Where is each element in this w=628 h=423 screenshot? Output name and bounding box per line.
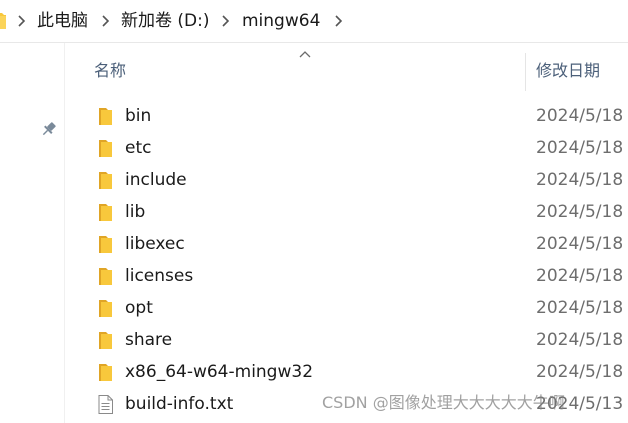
chevron-right-icon[interactable] [100, 14, 110, 28]
breadcrumb-item-mingw64[interactable]: mingw64 [242, 10, 320, 32]
folder-icon [99, 172, 112, 189]
column-resize-handle[interactable] [525, 53, 526, 91]
list-item[interactable]: licenses 2024/5/18 [0, 260, 628, 292]
folder-icon [99, 300, 112, 317]
folder-icon [99, 140, 112, 157]
list-item[interactable]: build-info.txt 2024/5/13 [0, 388, 628, 420]
file-list: bin 2024/5/18 etc 2024/5/18 include 2024… [0, 100, 628, 420]
folder-icon [99, 364, 112, 381]
column-header-name[interactable]: 名称 [94, 60, 126, 82]
file-date: 2024/5/18 [536, 330, 624, 350]
folder-icon [99, 268, 112, 285]
folder-icon [99, 204, 112, 221]
chevron-right-icon[interactable] [16, 14, 26, 28]
folder-icon [99, 108, 112, 125]
breadcrumb[interactable]: 此电脑 新加卷 (D:) mingw64 [0, 0, 628, 43]
folder-icon [0, 13, 6, 29]
file-date: 2024/5/18 [536, 298, 624, 318]
file-date: 2024/5/18 [536, 138, 624, 158]
file-name: build-info.txt [125, 394, 234, 414]
file-explorer-window: 此电脑 新加卷 (D:) mingw64 名称 修改日期 bin 2024/5/… [0, 0, 628, 423]
list-item[interactable]: include 2024/5/18 [0, 164, 628, 196]
list-item[interactable]: bin 2024/5/18 [0, 100, 628, 132]
file-date: 2024/5/18 [536, 202, 624, 222]
list-item[interactable]: lib 2024/5/18 [0, 196, 628, 228]
list-item[interactable]: libexec 2024/5/18 [0, 228, 628, 260]
sort-ascending-icon [299, 51, 311, 58]
file-name: opt [125, 298, 153, 318]
breadcrumb-item-drive-d[interactable]: 新加卷 (D:) [121, 10, 210, 32]
list-item[interactable]: etc 2024/5/18 [0, 132, 628, 164]
file-date: 2024/5/18 [536, 234, 624, 254]
column-header-date-modified[interactable]: 修改日期 [536, 60, 600, 82]
file-name: include [125, 170, 187, 190]
file-name: share [125, 330, 173, 350]
chevron-right-icon[interactable] [333, 14, 343, 28]
folder-icon [99, 236, 112, 253]
file-date: 2024/5/18 [536, 106, 624, 126]
list-item[interactable]: x86_64-w64-mingw32 2024/5/18 [0, 356, 628, 388]
file-name: x86_64-w64-mingw32 [125, 362, 314, 382]
file-name: lib [125, 202, 146, 222]
breadcrumb-item-this-pc[interactable]: 此电脑 [37, 10, 88, 32]
list-item[interactable]: share 2024/5/18 [0, 324, 628, 356]
file-name: bin [125, 106, 152, 126]
folder-icon [99, 332, 112, 349]
file-name: licenses [125, 266, 194, 286]
file-date: 2024/5/18 [536, 266, 624, 286]
file-date: 2024/5/18 [536, 170, 624, 190]
text-file-icon [98, 395, 113, 414]
file-name: libexec [125, 234, 185, 254]
file-name: etc [125, 138, 152, 158]
file-date: 2024/5/13 [536, 394, 624, 414]
list-item[interactable]: opt 2024/5/18 [0, 292, 628, 324]
chevron-right-icon[interactable] [220, 14, 230, 28]
file-date: 2024/5/18 [536, 362, 624, 382]
